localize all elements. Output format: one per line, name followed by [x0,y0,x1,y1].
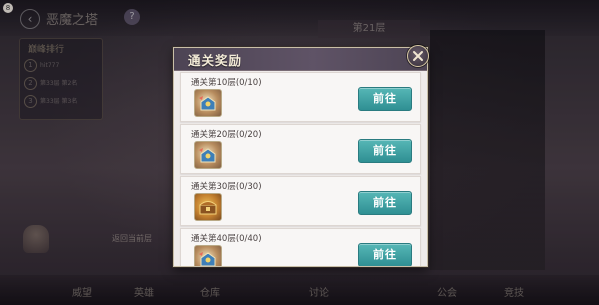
reward-list[interactable]: 通关第10层(0/10) 前往 通关第20层(0/20) 前往 通关第30层(0… [178,72,423,266]
reward-item-title: 通关第10层(0/10) [191,78,262,88]
dialog-header: 通关奖励 [174,48,427,71]
clear-rewards-dialog: 通关奖励 通关第10层(0/10) 前往 通关第20层(0/20) 前往 通关第… [173,47,428,267]
reward-chest-icon[interactable] [194,245,222,266]
goto-button[interactable]: 前往 [358,191,412,215]
chest-icon [199,252,216,266]
dialog-title: 通关奖励 [188,53,243,68]
reward-chest-icon[interactable] [194,89,222,117]
close-button[interactable] [407,45,429,67]
chest-icon [199,148,216,163]
reward-chest-icon[interactable] [194,141,222,169]
reward-item-title: 通关第30层(0/30) [191,182,262,192]
reward-item: 通关第40层(0/40) 前往 [180,228,421,266]
goto-button[interactable]: 前往 [358,87,412,111]
reward-item: 通关第30层(0/30) 前往 [180,176,421,226]
reward-item-title: 通关第40层(0/40) [191,234,262,244]
close-icon [413,51,423,61]
reward-item: 通关第20层(0/20) 前往 [180,124,421,174]
chest-icon [199,96,216,111]
goto-button[interactable]: 前往 [358,139,412,163]
goto-button[interactable]: 前往 [358,243,412,266]
reward-item-title: 通关第20层(0/20) [191,130,262,140]
reward-chest-icon[interactable] [194,193,222,221]
reward-item: 通关第10层(0/10) 前往 [180,72,421,122]
gold-chest-icon [199,201,217,215]
